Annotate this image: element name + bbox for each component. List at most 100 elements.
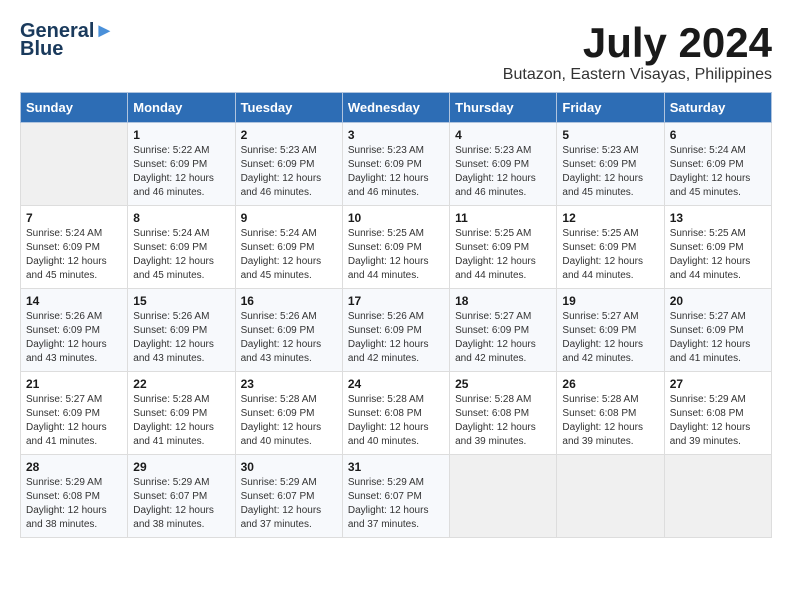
day-cell: 8 Sunrise: 5:24 AM Sunset: 6:09 PM Daylig… [128,206,235,289]
day-number: 6 [670,128,766,142]
day-number: 8 [133,211,229,225]
day-cell: 4 Sunrise: 5:23 AM Sunset: 6:09 PM Daylig… [450,123,557,206]
day-cell: 1 Sunrise: 5:22 AM Sunset: 6:09 PM Daylig… [128,123,235,206]
day-cell [557,455,664,538]
day-number: 21 [26,377,122,391]
day-number: 25 [455,377,551,391]
day-number: 20 [670,294,766,308]
day-info: Sunrise: 5:28 AM Sunset: 6:09 PM Dayligh… [241,393,337,449]
calendar-table: SundayMondayTuesdayWednesdayThursdayFrid… [20,92,772,538]
day-cell: 23Sunrise: 5:28 AM Sunset: 6:09 PM Dayli… [235,372,342,455]
header-day-friday: Friday [557,93,664,123]
day-info: Sunrise: 5:25 AM Sunset: 6:09 PM Dayligh… [562,227,658,283]
day-info: Sunrise: 5:26 AM Sunset: 6:09 PM Dayligh… [348,310,444,366]
day-info: Sunrise: 5:27 AM Sunset: 6:09 PM Dayligh… [670,310,766,366]
day-number: 29 [133,460,229,474]
day-info: Sunrise: 5:29 AM Sunset: 6:08 PM Dayligh… [670,393,766,449]
week-row-3: 14 Sunrise: 5:26 AM Sunset: 6:09 PM Dayli… [21,289,772,372]
day-info: Sunrise: 5:29 AM Sunset: 6:08 PM Dayligh… [26,476,122,532]
day-cell: 11Sunrise: 5:25 AM Sunset: 6:09 PM Dayli… [450,206,557,289]
day-cell: 9 Sunrise: 5:24 AM Sunset: 6:09 PM Daylig… [235,206,342,289]
day-number: 13 [670,211,766,225]
month-title: July 2024 [503,20,772,66]
header-row: SundayMondayTuesdayWednesdayThursdayFrid… [21,93,772,123]
day-info: Sunrise: 5:24 AM Sunset: 6:09 PM Dayligh… [670,144,766,200]
location-title: Butazon, Eastern Visayas, Philippines [503,66,772,84]
day-number: 10 [348,211,444,225]
day-info: Sunrise: 5:25 AM Sunset: 6:09 PM Dayligh… [670,227,766,283]
day-cell: 29Sunrise: 5:29 AM Sunset: 6:07 PM Dayli… [128,455,235,538]
day-info: Sunrise: 5:23 AM Sunset: 6:09 PM Dayligh… [455,144,551,200]
day-cell: 12 Sunrise: 5:25 AM Sunset: 6:09 PM Dayli… [557,206,664,289]
day-info: Sunrise: 5:29 AM Sunset: 6:07 PM Dayligh… [348,476,444,532]
day-number: 22 [133,377,229,391]
header-day-thursday: Thursday [450,93,557,123]
day-number: 19 [562,294,658,308]
header-day-tuesday: Tuesday [235,93,342,123]
day-info: Sunrise: 5:23 AM Sunset: 6:09 PM Dayligh… [241,144,337,200]
day-cell [664,455,771,538]
day-cell: 10Sunrise: 5:25 AM Sunset: 6:09 PM Dayli… [342,206,449,289]
day-info: Sunrise: 5:22 AM Sunset: 6:09 PM Dayligh… [133,144,229,200]
week-row-1: 1 Sunrise: 5:22 AM Sunset: 6:09 PM Daylig… [21,123,772,206]
day-info: Sunrise: 5:26 AM Sunset: 6:09 PM Dayligh… [133,310,229,366]
day-number: 11 [455,211,551,225]
day-cell: 31 Sunrise: 5:29 AM Sunset: 6:07 PM Dayli… [342,455,449,538]
day-number: 28 [26,460,122,474]
day-info: Sunrise: 5:23 AM Sunset: 6:09 PM Dayligh… [562,144,658,200]
day-cell: 28 Sunrise: 5:29 AM Sunset: 6:08 PM Dayli… [21,455,128,538]
day-info: Sunrise: 5:27 AM Sunset: 6:09 PM Dayligh… [26,393,122,449]
day-cell: 16 Sunrise: 5:26 AM Sunset: 6:09 PM Dayli… [235,289,342,372]
day-number: 12 [562,211,658,225]
day-cell: 6 Sunrise: 5:24 AM Sunset: 6:09 PM Daylig… [664,123,771,206]
day-number: 31 [348,460,444,474]
day-info: Sunrise: 5:24 AM Sunset: 6:09 PM Dayligh… [26,227,122,283]
day-info: Sunrise: 5:29 AM Sunset: 6:07 PM Dayligh… [241,476,337,532]
day-cell: 19Sunrise: 5:27 AM Sunset: 6:09 PM Dayli… [557,289,664,372]
day-number: 2 [241,128,337,142]
logo: General► Blue [20,20,114,61]
day-cell: 5Sunrise: 5:23 AM Sunset: 6:09 PM Daylig… [557,123,664,206]
header-day-wednesday: Wednesday [342,93,449,123]
header-day-monday: Monday [128,93,235,123]
day-number: 16 [241,294,337,308]
header-day-saturday: Saturday [664,93,771,123]
week-row-5: 28 Sunrise: 5:29 AM Sunset: 6:08 PM Dayli… [21,455,772,538]
day-info: Sunrise: 5:28 AM Sunset: 6:08 PM Dayligh… [562,393,658,449]
day-number: 26 [562,377,658,391]
day-cell: 15 Sunrise: 5:26 AM Sunset: 6:09 PM Dayli… [128,289,235,372]
day-info: Sunrise: 5:26 AM Sunset: 6:09 PM Dayligh… [241,310,337,366]
day-cell: 3Sunrise: 5:23 AM Sunset: 6:09 PM Daylig… [342,123,449,206]
day-number: 1 [133,128,229,142]
day-number: 30 [241,460,337,474]
day-number: 15 [133,294,229,308]
day-number: 7 [26,211,122,225]
day-cell: 30 Sunrise: 5:29 AM Sunset: 6:07 PM Dayli… [235,455,342,538]
day-number: 3 [348,128,444,142]
day-cell: 20 Sunrise: 5:27 AM Sunset: 6:09 PM Dayli… [664,289,771,372]
week-row-2: 7 Sunrise: 5:24 AM Sunset: 6:09 PM Daylig… [21,206,772,289]
title-section: July 2024 Butazon, Eastern Visayas, Phil… [503,20,772,84]
day-number: 27 [670,377,766,391]
day-info: Sunrise: 5:28 AM Sunset: 6:09 PM Dayligh… [133,393,229,449]
day-cell: 17 Sunrise: 5:26 AM Sunset: 6:09 PM Dayli… [342,289,449,372]
day-cell: 14 Sunrise: 5:26 AM Sunset: 6:09 PM Dayli… [21,289,128,372]
header-day-sunday: Sunday [21,93,128,123]
day-number: 17 [348,294,444,308]
week-row-4: 21 Sunrise: 5:27 AM Sunset: 6:09 PM Dayli… [21,372,772,455]
day-cell: 18Sunrise: 5:27 AM Sunset: 6:09 PM Dayli… [450,289,557,372]
day-info: Sunrise: 5:24 AM Sunset: 6:09 PM Dayligh… [133,227,229,283]
day-info: Sunrise: 5:24 AM Sunset: 6:09 PM Dayligh… [241,227,337,283]
day-number: 24 [348,377,444,391]
page-header: General► Blue July 2024 Butazon, Eastern… [20,20,772,84]
day-cell [450,455,557,538]
day-cell: 7 Sunrise: 5:24 AM Sunset: 6:09 PM Daylig… [21,206,128,289]
day-number: 18 [455,294,551,308]
day-number: 9 [241,211,337,225]
day-cell: 25Sunrise: 5:28 AM Sunset: 6:08 PM Dayli… [450,372,557,455]
day-cell: 22 Sunrise: 5:28 AM Sunset: 6:09 PM Dayli… [128,372,235,455]
day-cell: 2 Sunrise: 5:23 AM Sunset: 6:09 PM Daylig… [235,123,342,206]
day-info: Sunrise: 5:26 AM Sunset: 6:09 PM Dayligh… [26,310,122,366]
day-number: 14 [26,294,122,308]
day-number: 4 [455,128,551,142]
